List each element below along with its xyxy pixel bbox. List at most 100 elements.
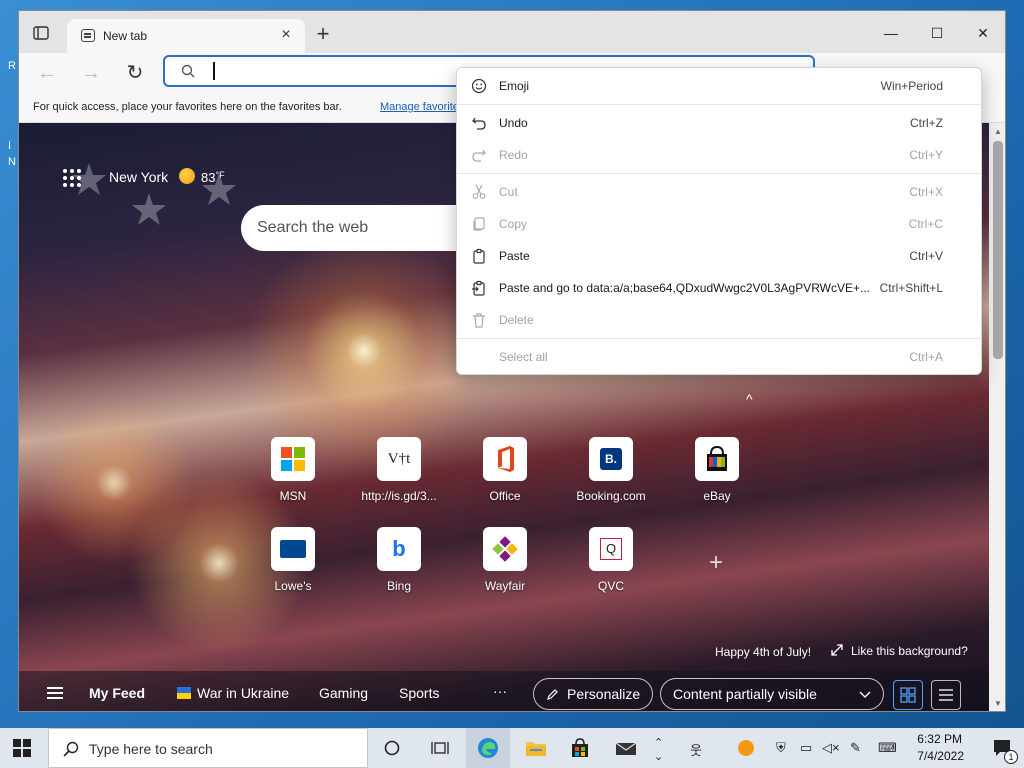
menu-item-copy: Copy Ctrl+C <box>457 210 981 238</box>
minimize-button[interactable]: — <box>869 19 913 47</box>
menu-item-label: Cut <box>499 185 518 199</box>
desktop-icon-fragment[interactable]: I <box>8 140 11 152</box>
menu-item-select-all: Select all Ctrl+A <box>457 343 981 371</box>
cortana-icon <box>384 740 400 756</box>
undo-icon <box>472 117 486 130</box>
feed-tab-label: War in Ukraine <box>197 685 290 701</box>
paste-icon <box>473 248 485 264</box>
tile-lowes[interactable]: Lowe's <box>248 527 338 597</box>
msn-icon <box>271 437 315 481</box>
web-search-box[interactable]: Search the web <box>241 205 481 251</box>
taskbar: Type here to search ⌃ ⌄ 웃 ⛨ ▭ ◁× ✎ ⌨ 6:3… <box>0 728 1024 768</box>
edge-icon <box>478 738 498 758</box>
like-background-button[interactable]: Like this background? <box>831 644 968 658</box>
booking-mark: B. <box>600 448 622 470</box>
tile-office[interactable]: Office <box>460 437 550 507</box>
page-scrollbar[interactable]: ▲ ▼ <box>989 123 1005 711</box>
tile-msn[interactable]: MSN <box>248 437 338 507</box>
defender-icon[interactable]: ⛨ <box>776 740 786 756</box>
menu-item-label: Delete <box>499 313 534 327</box>
grid-layout-button[interactable] <box>893 680 923 710</box>
tile-ebay[interactable]: eBay <box>672 437 762 507</box>
lowes-mark <box>280 540 306 558</box>
taskbar-overflow-icon[interactable]: ⌃ <box>654 736 663 749</box>
menu-item-paste-and-go[interactable]: Paste and go to data:a/a;base64,QDxudWwg… <box>457 274 981 302</box>
scroll-down-icon[interactable]: ▼ <box>993 699 1003 709</box>
copy-icon <box>473 217 485 231</box>
menu-item-emoji[interactable]: Emoji Win+Period <box>457 72 981 100</box>
tab-actions-icon[interactable] <box>31 23 51 43</box>
feed-tab-gaming[interactable]: Gaming <box>319 685 368 701</box>
feed-tab-my-feed[interactable]: My Feed <box>89 685 145 701</box>
weather-temperature[interactable]: 83°F <box>201 170 225 185</box>
refresh-button[interactable]: ↻ <box>121 59 149 87</box>
background-message[interactable]: Happy 4th of July! <box>715 645 811 659</box>
ebay-icon <box>695 437 739 481</box>
new-tab-button[interactable]: + <box>311 23 335 47</box>
tile-label: Bing <box>386 579 412 593</box>
temperature-value: 83 <box>201 170 216 185</box>
taskbar-search-placeholder: Type here to search <box>89 741 213 757</box>
taskbar-edge[interactable] <box>466 728 510 768</box>
feed-tab-war-in-ukraine[interactable]: War in Ukraine <box>177 685 289 701</box>
tab-title: New tab <box>103 29 148 43</box>
menu-item-redo: Redo Ctrl+Y <box>457 141 981 169</box>
tile-booking[interactable]: B. Booking.com <box>566 437 656 507</box>
tile-label: Lowe's <box>274 579 312 593</box>
taskbar-store[interactable] <box>558 728 602 768</box>
notification-center-button[interactable]: 1 <box>980 728 1024 768</box>
feed-tab-sports[interactable]: Sports <box>399 685 439 701</box>
pen-icon[interactable]: ✎ <box>850 740 861 756</box>
web-search-placeholder: Search the web <box>257 219 369 236</box>
menu-item-undo[interactable]: Undo Ctrl+Z <box>457 109 981 137</box>
text-caret <box>213 62 215 80</box>
scroll-up-icon[interactable]: ▲ <box>993 127 1003 137</box>
back-button[interactable]: ← <box>33 59 61 87</box>
people-icon[interactable]: 웃 <box>690 740 702 759</box>
collapse-tiles-button[interactable]: ^ <box>746 391 753 407</box>
desktop-icon-fragment[interactable]: N <box>8 156 16 168</box>
network-icon[interactable]: ▭ <box>800 740 812 756</box>
apps-launcher-button[interactable] <box>63 169 81 187</box>
clock-time[interactable]: 6:32 PM <box>914 732 962 746</box>
store-icon <box>572 738 588 757</box>
menu-icon[interactable] <box>47 687 63 699</box>
manage-favorites-link[interactable]: Manage favorites now <box>380 101 460 113</box>
volume-muted-icon[interactable]: ◁× <box>822 740 840 756</box>
tile-isgd[interactable]: V†t http://is.gd/3... <box>354 437 444 507</box>
close-button[interactable]: ✕ <box>961 19 1005 47</box>
forward-button[interactable]: → <box>77 59 105 87</box>
tile-bing[interactable]: b Bing <box>354 527 444 597</box>
desktop-icon-fragment[interactable]: R <box>8 60 16 72</box>
more-tabs-button[interactable]: ··· <box>493 683 507 699</box>
taskbar-overflow-down-icon[interactable]: ⌄ <box>654 750 663 763</box>
menu-separator <box>457 173 981 174</box>
scrollbar-thumb[interactable] <box>993 141 1003 359</box>
menu-item-paste[interactable]: Paste Ctrl+V <box>457 242 981 270</box>
tile-qvc[interactable]: Q QVC <box>566 527 656 597</box>
weather-tray-icon[interactable] <box>738 740 754 756</box>
start-button[interactable] <box>0 728 44 768</box>
weather-city[interactable]: New York <box>109 169 168 185</box>
vt-icon: V†t <box>377 437 421 481</box>
taskbar-search-box[interactable]: Type here to search <box>48 728 368 768</box>
list-layout-button[interactable] <box>931 680 961 710</box>
menu-item-label: Copy <box>499 217 528 231</box>
tile-wayfair[interactable]: Wayfair <box>460 527 550 597</box>
add-site-button[interactable]: + <box>704 551 728 575</box>
tab-close-button[interactable]: × <box>277 26 295 44</box>
tab-new-tab[interactable]: New tab × <box>67 19 305 53</box>
personalize-button[interactable]: Personalize <box>533 678 654 710</box>
content-visibility-dropdown[interactable]: Content partially visible <box>660 678 884 710</box>
task-view-button[interactable] <box>418 728 462 768</box>
keyboard-icon[interactable]: ⌨ <box>878 740 897 756</box>
sunny-icon <box>179 168 195 184</box>
taskbar-mail[interactable] <box>604 728 648 768</box>
content-visibility-value: Content partially visible <box>673 686 817 702</box>
clock-date[interactable]: 7/4/2022 <box>912 749 964 763</box>
tile-label: Booking.com <box>576 489 646 503</box>
maximize-button[interactable]: ☐ <box>915 19 959 47</box>
cortana-button[interactable] <box>370 728 414 768</box>
taskbar-file-explorer[interactable] <box>514 728 558 768</box>
context-menu: Emoji Win+Period Undo Ctrl+Z Redo Ctrl+Y… <box>456 67 982 375</box>
